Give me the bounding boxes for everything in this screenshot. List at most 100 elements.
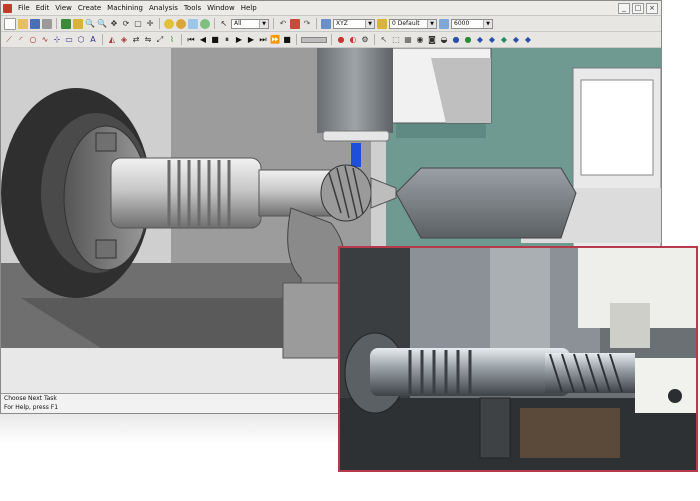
- toolbar-bottom: ⟋ ◜ ○ ∿ ⊹ ▭ ⬡ A ◭ ◈ ⇄ ⇋ ⤢ ⌇ ⏮ ◀ ■ ⏸ ▶ ▶ …: [1, 32, 661, 48]
- text-icon[interactable]: A: [88, 35, 98, 45]
- speed-slider[interactable]: [301, 36, 327, 43]
- milling-spindle: [317, 48, 393, 133]
- tool-blue-2-icon[interactable]: ◆: [487, 35, 497, 45]
- toolbar-separator: [56, 18, 57, 29]
- sphere-blue-icon[interactable]: ●: [451, 35, 461, 45]
- arc-icon[interactable]: ◜: [16, 35, 26, 45]
- cursor-icon[interactable]: ↖: [379, 35, 389, 45]
- chevron-down-icon: ▼: [427, 19, 436, 28]
- step-back-icon[interactable]: ◀: [198, 35, 208, 45]
- stop-icon[interactable]: ■: [210, 35, 220, 45]
- photo-chip-area: [520, 408, 620, 458]
- milling-tool: [351, 143, 361, 167]
- photo-steady-rest: [479, 397, 511, 459]
- step-forward-icon[interactable]: ▶: [246, 35, 256, 45]
- pause-icon[interactable]: ⏸: [222, 35, 232, 45]
- toolbar-separator: [102, 34, 103, 45]
- mirror-icon[interactable]: ⇋: [143, 35, 153, 45]
- delete-icon[interactable]: [290, 18, 300, 29]
- new-file-icon[interactable]: [4, 17, 16, 30]
- maximize-button[interactable]: □: [632, 2, 644, 14]
- shaded-icon[interactable]: ◉: [415, 35, 425, 45]
- filter-dropdown[interactable]: All ▼: [231, 18, 269, 29]
- save-icon[interactable]: [30, 18, 40, 29]
- chevron-down-icon: ▼: [365, 19, 374, 28]
- menu-machining[interactable]: Machining: [104, 4, 146, 12]
- machine-icon[interactable]: ⚙: [360, 35, 370, 45]
- photo-spindle: [610, 303, 650, 348]
- render-icon[interactable]: [176, 18, 186, 29]
- wireframe-icon[interactable]: ▦: [403, 35, 413, 45]
- curve-icon[interactable]: ∿: [40, 35, 50, 45]
- rewind-icon[interactable]: ⏮: [186, 35, 196, 45]
- material-icon[interactable]: [200, 18, 210, 29]
- toolbar-separator: [331, 34, 332, 45]
- tailstock-quill: [395, 167, 577, 239]
- menu-edit[interactable]: Edit: [33, 4, 53, 12]
- menu-window[interactable]: Window: [204, 4, 238, 12]
- fast-forward-icon[interactable]: ⏭: [258, 35, 268, 45]
- toolpath-icon[interactable]: ⌇: [167, 35, 177, 45]
- zoom-fit-icon[interactable]: [61, 18, 71, 29]
- verify-icon[interactable]: ◐: [348, 35, 358, 45]
- camera-icon[interactable]: ◙: [427, 35, 437, 45]
- section-icon[interactable]: ◒: [439, 35, 449, 45]
- tool-blue-4-icon[interactable]: ◆: [523, 35, 533, 45]
- solid-icon[interactable]: ◈: [119, 35, 129, 45]
- point-icon[interactable]: ⊹: [52, 35, 62, 45]
- move-icon[interactable]: ✛: [145, 19, 155, 29]
- select-arrow-icon[interactable]: ↖: [219, 19, 229, 29]
- photo-window-light: [490, 248, 550, 358]
- tool-green-icon[interactable]: ◆: [499, 35, 509, 45]
- redo-icon[interactable]: ↷: [302, 19, 312, 29]
- sphere-green-icon[interactable]: ●: [463, 35, 473, 45]
- toolbar-top: 🔍 🔍 ✥ ⟳ ▢ ✛ ↖ All ▼ ↶ ↷ XYZ ▼ 0 Default …: [1, 16, 661, 32]
- menu-analysis[interactable]: Analysis: [146, 4, 181, 12]
- undo-icon[interactable]: ↶: [278, 19, 288, 29]
- open-folder-icon[interactable]: [18, 18, 28, 29]
- close-button[interactable]: ×: [646, 2, 658, 14]
- rectangle-icon[interactable]: ▭: [64, 35, 74, 45]
- color-dropdown[interactable]: 6000 ▼: [451, 18, 493, 29]
- plane-dropdown[interactable]: XYZ ▼: [333, 18, 375, 29]
- menu-create[interactable]: Create: [75, 4, 104, 12]
- zoom-in-icon[interactable]: 🔍: [85, 19, 95, 29]
- tool-blue-3-icon[interactable]: ◆: [511, 35, 521, 45]
- layer-icon[interactable]: [377, 18, 387, 29]
- toolbar-separator: [296, 34, 297, 45]
- menu-bar: File Edit View Create Machining Analysis…: [1, 1, 661, 16]
- real-machine-photo: [338, 246, 698, 472]
- filter-dropdown-value: All: [234, 20, 242, 27]
- lighting-icon[interactable]: [188, 18, 198, 29]
- view-box-icon[interactable]: ▢: [133, 19, 143, 29]
- menu-tools[interactable]: Tools: [181, 4, 204, 12]
- minimize-button[interactable]: _: [618, 2, 630, 14]
- workpiece-grooves: [167, 160, 231, 226]
- workpiece-body: [110, 157, 262, 229]
- pan-icon[interactable]: ✥: [109, 19, 119, 29]
- color-icon[interactable]: [439, 18, 449, 29]
- polygon-icon[interactable]: ⬡: [76, 35, 86, 45]
- shade-icon[interactable]: [164, 18, 174, 29]
- end-icon[interactable]: ⏩: [270, 35, 280, 45]
- menu-file[interactable]: File: [15, 4, 33, 12]
- box-select-icon[interactable]: ⬚: [391, 35, 401, 45]
- zoom-out-icon[interactable]: 🔍: [97, 19, 107, 29]
- stock-icon[interactable]: ●: [336, 35, 346, 45]
- surface-icon[interactable]: ◭: [107, 35, 117, 45]
- tool-blue-icon[interactable]: ◆: [475, 35, 485, 45]
- zoom-window-icon[interactable]: [73, 18, 83, 29]
- scale-icon[interactable]: ⤢: [155, 35, 165, 45]
- play-icon[interactable]: ▶: [234, 35, 244, 45]
- print-icon[interactable]: [42, 18, 52, 29]
- transform-icon[interactable]: ⇄: [131, 35, 141, 45]
- color-dropdown-value: 6000: [454, 20, 470, 27]
- line-icon[interactable]: ⟋: [4, 35, 14, 45]
- layer-dropdown[interactable]: 0 Default ▼: [389, 18, 437, 29]
- menu-help[interactable]: Help: [238, 4, 260, 12]
- menu-view[interactable]: View: [52, 4, 75, 12]
- simulation-stop-icon[interactable]: ■: [282, 35, 292, 45]
- circle-icon[interactable]: ○: [28, 35, 38, 45]
- rotate-icon[interactable]: ⟳: [121, 19, 131, 29]
- plane-icon[interactable]: [321, 18, 331, 29]
